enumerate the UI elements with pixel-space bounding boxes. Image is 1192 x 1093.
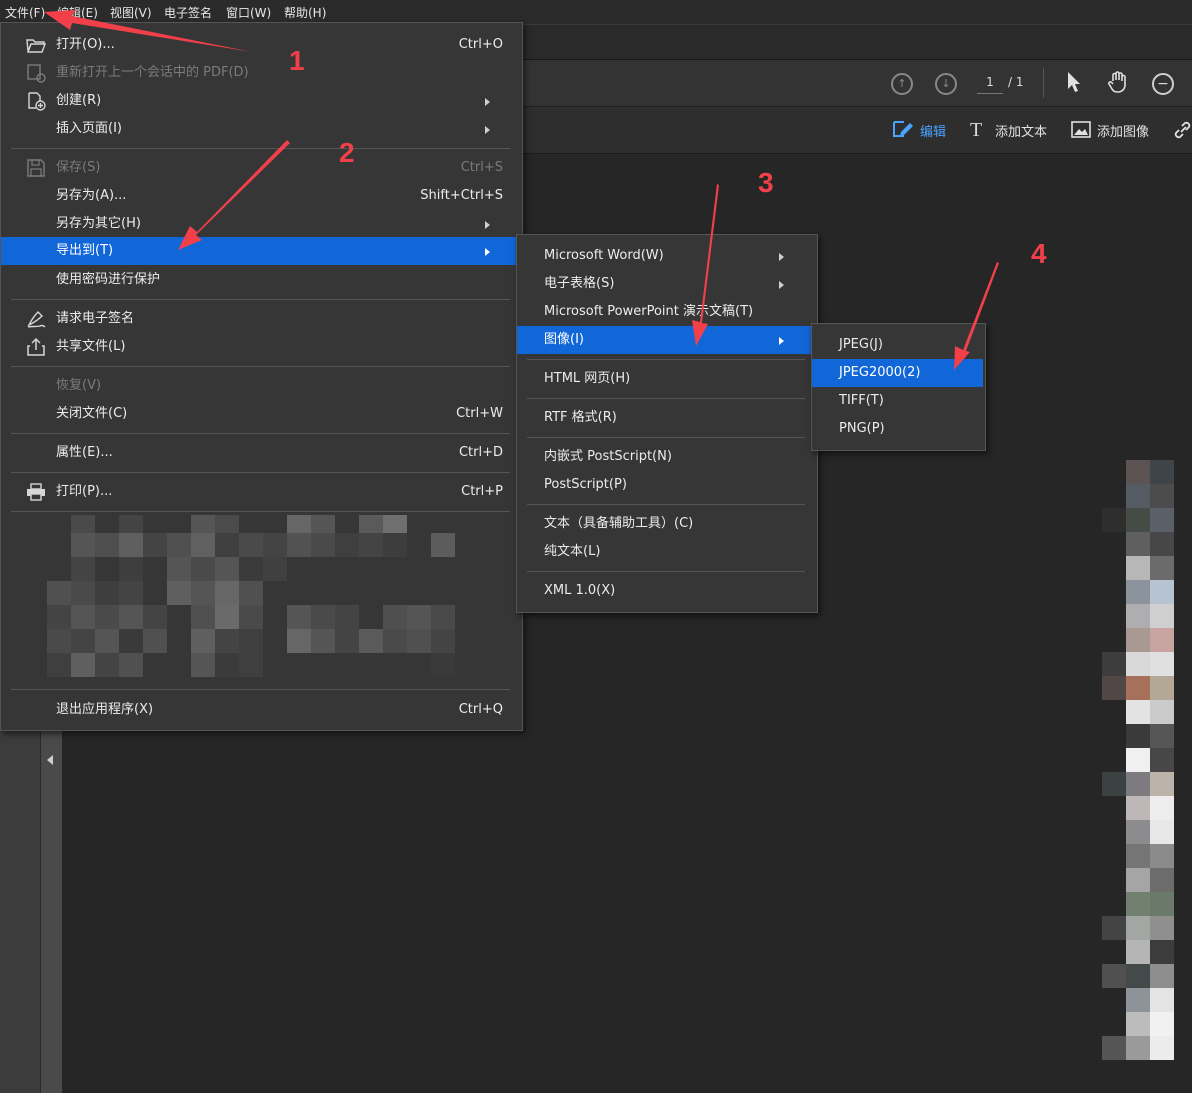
arrow-3-icon xyxy=(692,184,719,346)
arrow-1-icon xyxy=(44,10,252,52)
arrow-2-icon xyxy=(178,140,290,250)
annotation-number-4: 4 xyxy=(1031,238,1047,269)
arrow-4-icon xyxy=(954,262,999,370)
annotation-number-2: 2 xyxy=(339,137,355,168)
annotation-arrows xyxy=(44,10,999,370)
annotation-number-3: 3 xyxy=(758,167,774,198)
annotation-number-1: 1 xyxy=(289,45,305,76)
